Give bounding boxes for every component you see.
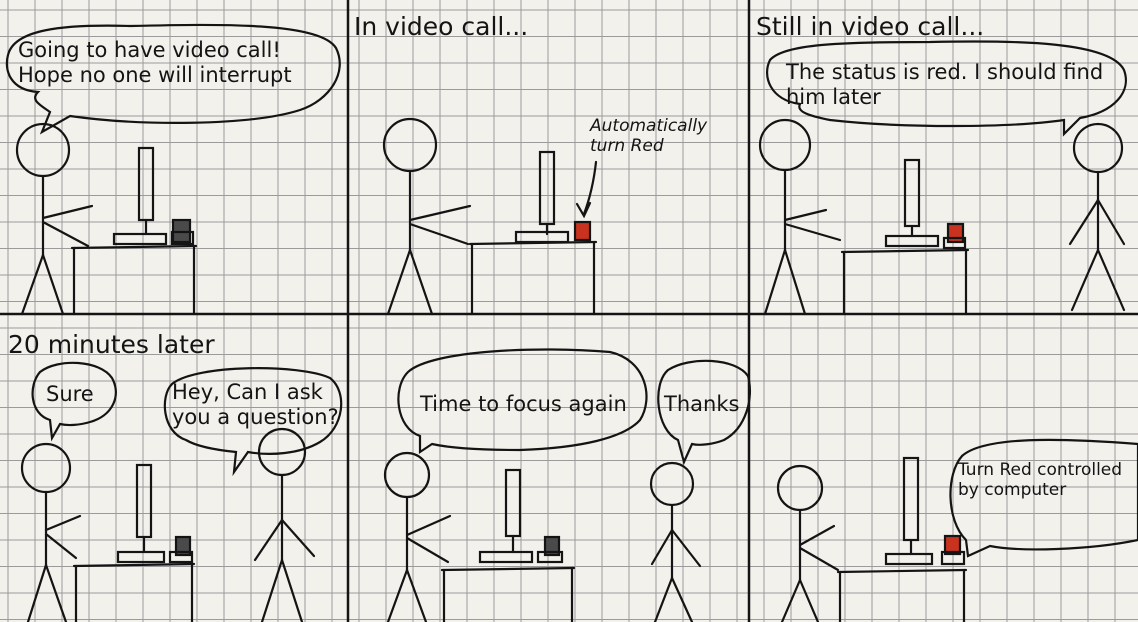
stick-figure-person (758, 118, 842, 316)
bubble-turn-red-controlled: Turn Red controlled by computer (958, 460, 1123, 501)
status-light (946, 222, 965, 244)
computer-monitor (884, 158, 940, 248)
bubble-sure: Sure (46, 382, 94, 406)
stick-figure-person (382, 117, 472, 316)
bubble-thanks: Thanks (664, 392, 740, 416)
desk (70, 244, 198, 316)
panel-3-caption: Still in video call... (756, 12, 985, 41)
annotation-arrow (582, 160, 598, 216)
bubble-going-to-have-video-call: Going to have video call! Hope no one wi… (18, 38, 292, 88)
desk (840, 248, 970, 316)
comic-strip: In video call... Still in video call... … (0, 0, 1138, 622)
computer-monitor (478, 468, 534, 564)
bubble-time-to-focus: Time to focus again (420, 392, 627, 416)
computer-monitor (884, 456, 934, 566)
stick-figure-person (15, 122, 94, 316)
desk (468, 240, 598, 316)
panel-4-caption: 20 minutes later (8, 330, 215, 359)
bubble-status-is-red: The status is red. I should find him lat… (786, 60, 1104, 110)
desk (836, 568, 968, 622)
bubble-can-i-ask: Hey, Can I ask you a question? (172, 380, 339, 430)
computer-monitor (514, 150, 570, 244)
panel-2-caption: In video call... (354, 12, 529, 41)
desk (440, 566, 576, 622)
panel-2 (382, 117, 598, 316)
annotation-automatically-turn-red: Automatically turn Red (590, 116, 708, 157)
stick-figure-coworker (1068, 122, 1126, 312)
stick-figure-person (776, 464, 840, 622)
stick-figure-person (20, 442, 82, 622)
status-light (573, 220, 592, 242)
